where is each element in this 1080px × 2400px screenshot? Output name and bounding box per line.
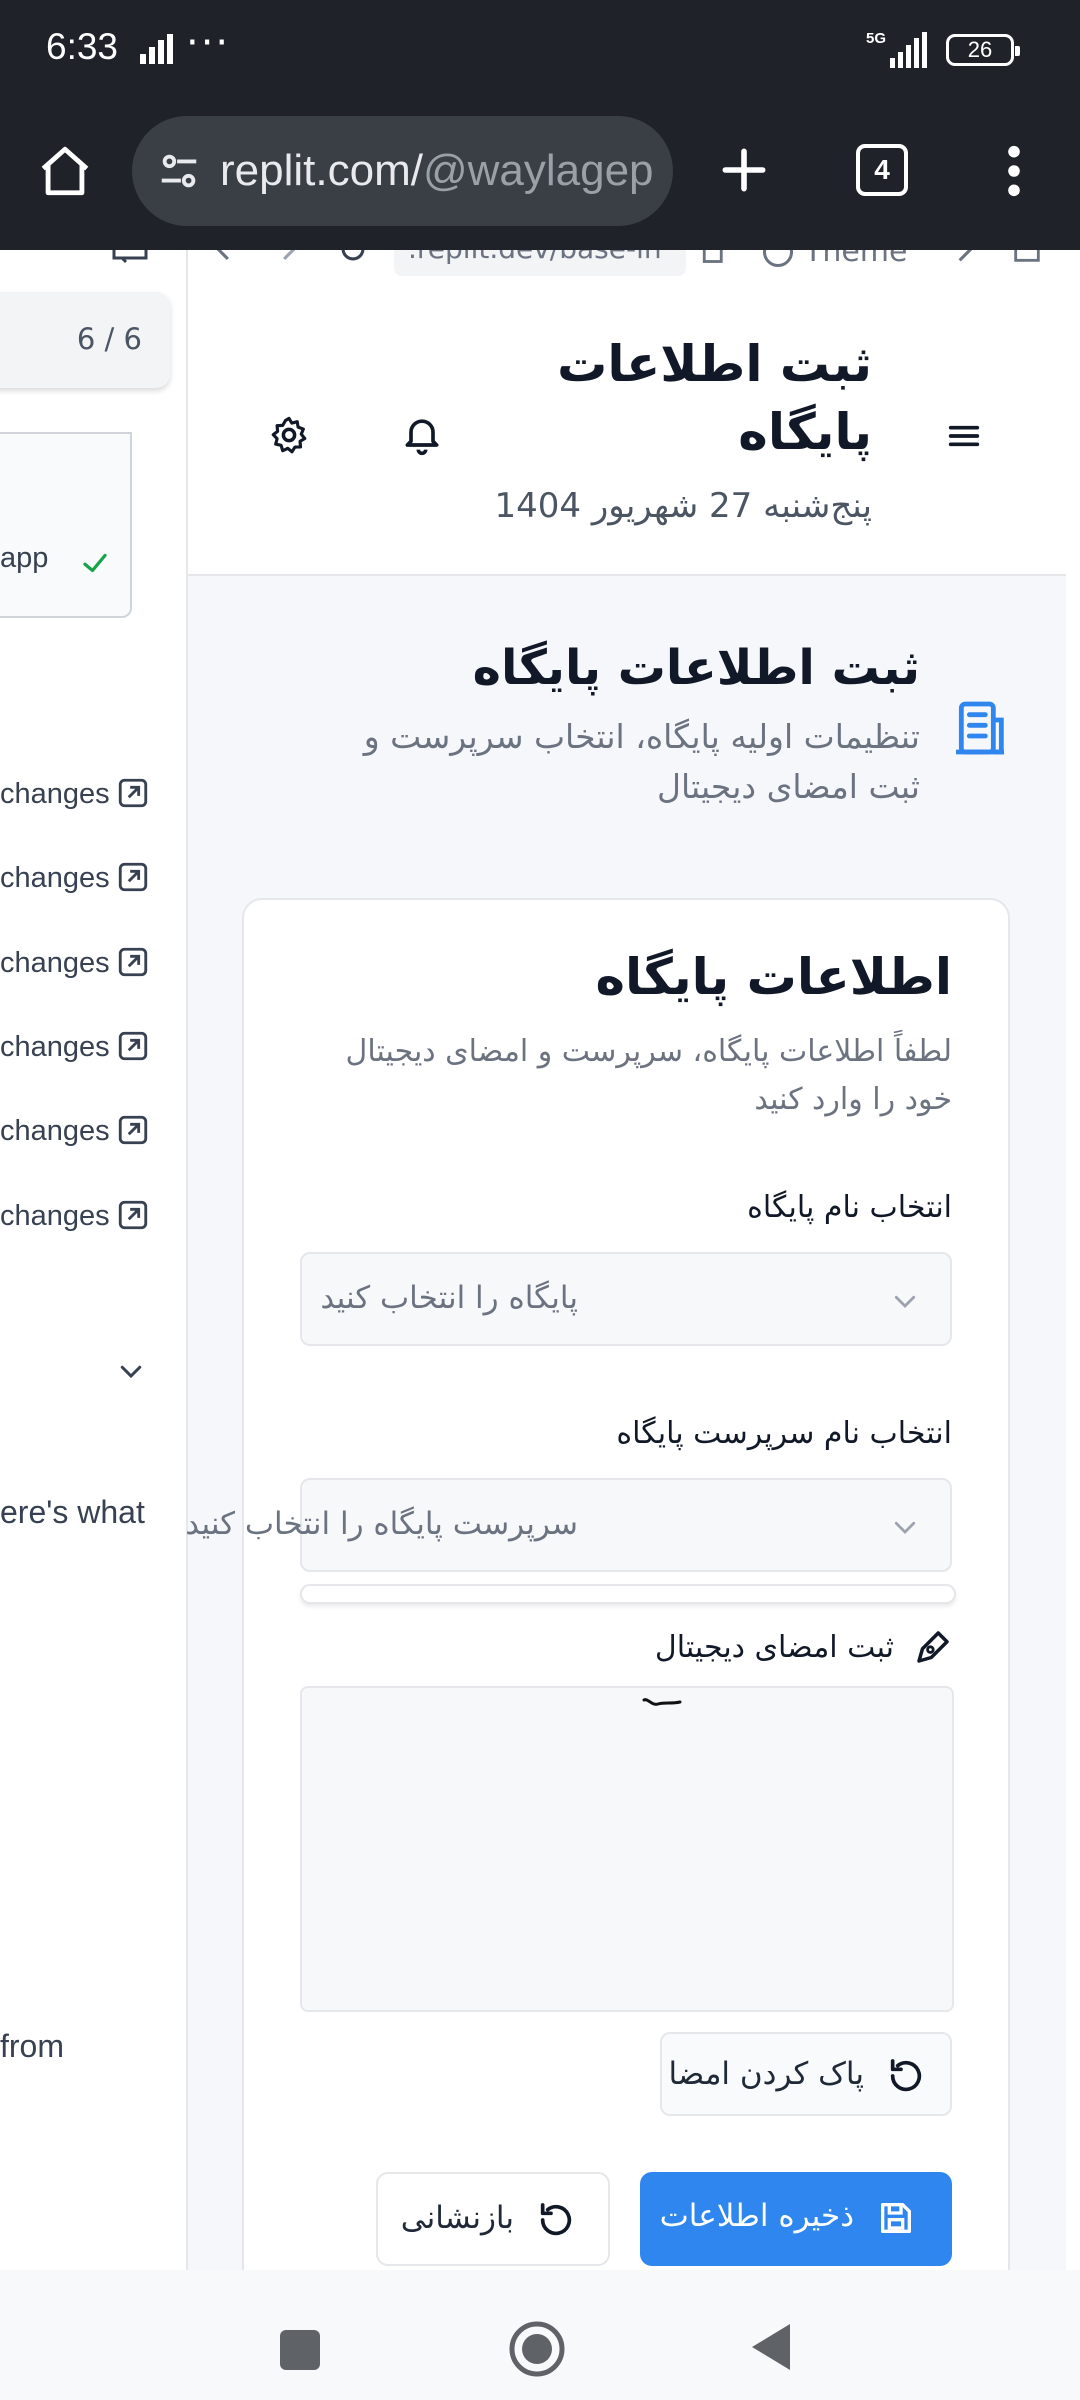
supervisor-select-placeholder: سرپرست پایگاه را انتخاب کنید — [185, 1506, 578, 1542]
network-icon: 5G — [866, 30, 930, 70]
counter-text: 6 / 6 — [76, 322, 142, 356]
chat-icon[interactable] — [110, 250, 150, 264]
forward-arrow-icon[interactable] — [270, 250, 304, 266]
checkpoint-counter[interactable]: 6 / 6 — [0, 292, 170, 388]
building-icon — [948, 696, 1012, 760]
palette-icon[interactable] — [760, 250, 796, 270]
hamburger-menu-icon[interactable] — [944, 416, 984, 456]
status-more: ··· — [186, 20, 231, 66]
change-label: changes — [0, 1115, 110, 1147]
url-host: replit.com/ — [220, 146, 423, 195]
change-label: changes — [0, 1200, 110, 1232]
rotate-ccw-icon — [536, 2200, 576, 2240]
status-time: 6:33 — [46, 26, 119, 67]
card-title: اطلاعات پایگاه — [595, 948, 952, 1006]
base-select-placeholder: پایگاه را انتخاب کنید — [320, 1280, 578, 1316]
home-icon[interactable] — [36, 142, 94, 200]
more-menu-icon[interactable] — [1000, 142, 1028, 200]
signature-pen-icon — [912, 1626, 954, 1668]
save-label: ذخیره اطلاعات — [659, 2198, 854, 2234]
settings-icon[interactable] — [268, 414, 310, 456]
open-external-icon[interactable] — [116, 1029, 150, 1063]
open-external-icon[interactable] — [116, 860, 150, 894]
change-label: changes — [0, 778, 110, 810]
chat-text: from — [0, 2028, 64, 2064]
back-arrow-icon[interactable] — [208, 250, 242, 266]
url-text[interactable]: replit.com/@waylagep — [220, 146, 654, 196]
chevron-down-icon[interactable] — [116, 1356, 146, 1386]
open-external-icon[interactable] — [116, 1113, 150, 1147]
signal-icon — [138, 34, 174, 66]
list-item[interactable]: changes — [0, 772, 186, 816]
open-new-window-icon[interactable] — [1010, 250, 1044, 266]
reset-label: بازنشانی — [400, 2200, 514, 2236]
back-triangle-icon[interactable] — [750, 2322, 792, 2372]
header-date: پنج‌شنبه 27 شهریور 1404 — [494, 486, 873, 526]
clear-signature-button[interactable]: پاک کردن امضا — [660, 2032, 952, 2116]
chevron-down-icon — [890, 1286, 920, 1316]
system-nav-bar — [0, 2270, 1080, 2400]
list-item[interactable]: changes — [0, 941, 186, 985]
reset-button[interactable]: بازنشانی — [376, 2172, 610, 2266]
notifications-bell-icon[interactable] — [400, 412, 444, 456]
list-item[interactable]: changes — [0, 1194, 186, 1238]
url-bar[interactable]: replit.com/@waylagep — [132, 116, 673, 226]
list-item[interactable]: changes — [0, 856, 186, 900]
tools-icon[interactable] — [954, 250, 988, 266]
save-button[interactable]: ذخیره اطلاعات — [640, 2172, 952, 2266]
page-title: ثبت اطلاعات پایگاه — [472, 640, 920, 696]
check-icon — [78, 548, 112, 578]
url-path: @waylagep — [422, 146, 654, 195]
change-label: changes — [0, 862, 110, 894]
open-external-icon[interactable] — [116, 945, 150, 979]
supervisor-select[interactable]: سرپرست پایگاه را انتخاب کنید — [185, 1478, 952, 1572]
list-item[interactable]: changes — [0, 1109, 186, 1153]
chat-text: ere's what — [0, 1494, 145, 1530]
app-label: app — [0, 542, 49, 574]
chevron-down-icon — [890, 1512, 920, 1542]
home-circle-icon[interactable] — [508, 2320, 566, 2378]
clear-signature-label: پاک کردن امضا — [668, 2056, 864, 2092]
preview-url-text: .replit.dev/base-in — [408, 250, 662, 265]
app-checkpoint[interactable] — [0, 432, 132, 618]
devices-icon[interactable] — [700, 250, 734, 270]
status-bar: 6:33 ··· 5G 26 — [0, 0, 1080, 104]
save-icon — [876, 2198, 916, 2238]
network-type: 5G — [866, 30, 887, 47]
site-settings-icon[interactable] — [156, 148, 202, 194]
preview-url[interactable]: .replit.dev/base-in — [394, 250, 686, 276]
preview-toolbar: .replit.dev/base-in Theme — [186, 250, 1066, 280]
signature-label: ثبت امضای دیجیتال — [654, 1630, 894, 1665]
header-title: ثبت اطلاعات پایگاه — [557, 335, 872, 461]
recents-icon[interactable] — [280, 2330, 320, 2370]
empty-dropdown-list — [300, 1584, 956, 1604]
open-external-icon[interactable] — [116, 1198, 150, 1232]
tab-switcher-button[interactable]: 4 — [856, 144, 908, 196]
base-name-label: انتخاب نام پایگاه — [747, 1190, 952, 1225]
change-label: changes — [0, 1031, 110, 1063]
signature-stroke — [642, 1698, 682, 1706]
supervisor-name-label: انتخاب نام سرپرست پایگاه — [616, 1416, 952, 1451]
battery-icon: 26 — [946, 34, 1020, 66]
refresh-icon[interactable] — [336, 250, 370, 266]
theme-label[interactable]: Theme — [804, 250, 907, 269]
open-external-icon[interactable] — [116, 776, 150, 810]
card-description: لطفاً اطلاعات پایگاه، سرپرست و امضای دیج… — [345, 1034, 952, 1117]
list-item[interactable]: changes — [0, 1025, 186, 1069]
change-label: changes — [0, 947, 110, 979]
signature-pad[interactable] — [300, 1686, 954, 2012]
new-tab-icon[interactable] — [716, 142, 772, 198]
rotate-ccw-icon — [886, 2056, 926, 2096]
base-select[interactable]: پایگاه را انتخاب کنید — [300, 1252, 952, 1346]
page-subtitle: تنظیمات اولیه پایگاه، انتخاب سرپرست و ثب… — [363, 717, 920, 806]
